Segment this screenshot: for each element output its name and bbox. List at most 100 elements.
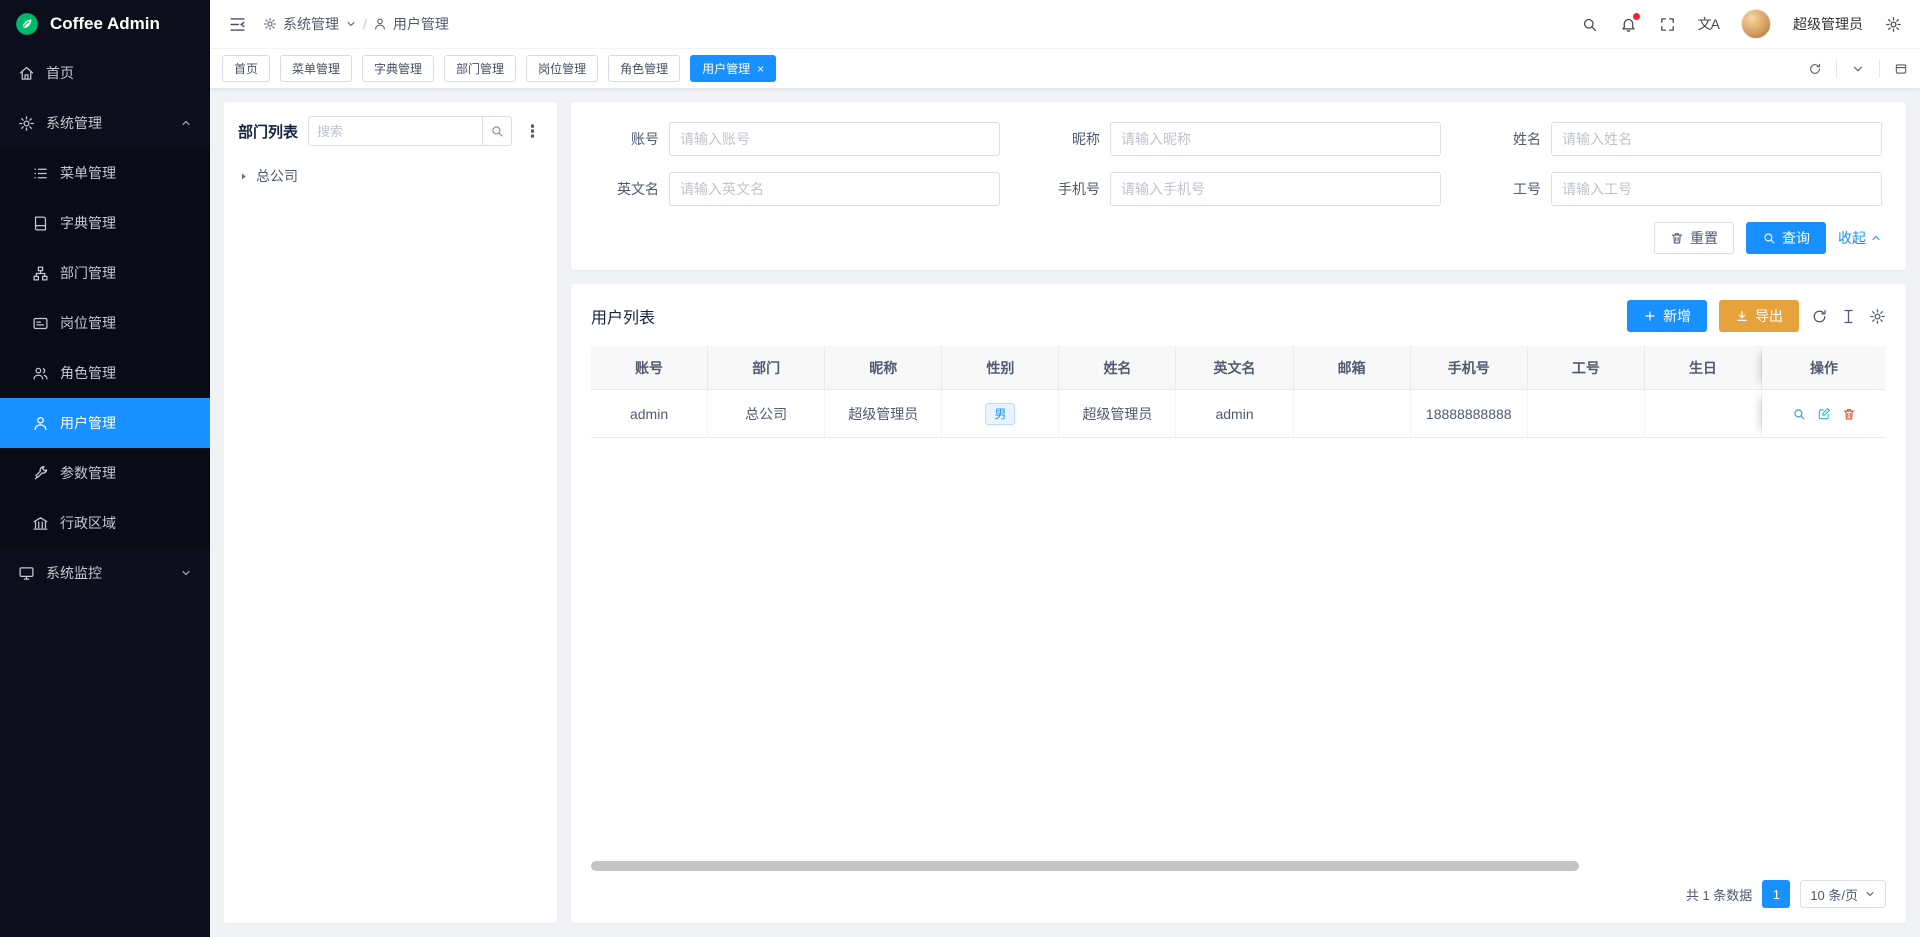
notification-button[interactable] [1620,16,1637,33]
sidebar-item-home[interactable]: 首页 [0,48,210,98]
avatar[interactable] [1741,9,1771,39]
field-label: 账号 [595,129,659,149]
wrench-icon [32,465,49,482]
tab-menu-mgmt[interactable]: 菜单管理 [280,55,352,82]
user-list-header: 用户列表 新增 导出 [591,300,1886,332]
table-row[interactable]: admin 总公司 超级管理员 男 超级管理员 admin 1888888888… [591,390,1886,438]
chevron-down-icon[interactable] [1851,62,1865,76]
tab-dept-mgmt[interactable]: 部门管理 [444,55,516,82]
sidebar-item-label: 字典管理 [60,213,116,233]
fullscreen-icon[interactable] [1659,16,1676,33]
sidebar-item-label: 岗位管理 [60,313,116,333]
caret-right-icon[interactable] [238,171,249,182]
refresh-icon[interactable] [1811,308,1828,325]
export-button[interactable]: 导出 [1719,300,1799,332]
tabbar-controls [1808,60,1908,78]
layout-window-icon[interactable] [1894,62,1908,76]
column-header-nickname: 昵称 [825,346,942,389]
plus-icon [1643,309,1657,323]
view-detail-icon[interactable] [1792,407,1806,421]
sidebar-item-dept-mgmt[interactable]: 部门管理 [0,248,210,298]
sidebar-group-monitor[interactable]: 系统监控 [0,548,210,598]
user-table: 账号 部门 昵称 性别 姓名 英文名 邮箱 手机号 工号 生日 操作 [591,346,1886,438]
form-field-phone: 手机号 [1036,172,1441,206]
sidebar-item-label: 菜单管理 [60,163,116,183]
more-options-icon[interactable]: ⋮ [522,121,543,142]
tab-user-mgmt[interactable]: 用户管理 × [690,55,776,82]
sidebar-item-param-mgmt[interactable]: 参数管理 [0,448,210,498]
horizontal-scrollbar[interactable] [591,861,1579,871]
org-tree-icon [32,265,49,282]
cell-account: admin [591,390,708,437]
divider [1879,60,1880,78]
english-name-input[interactable] [669,172,1000,206]
name-input[interactable] [1551,122,1882,156]
field-label: 昵称 [1036,129,1100,149]
nickname-input[interactable] [1110,122,1441,156]
row-operations [1792,407,1856,421]
column-header-name: 姓名 [1059,346,1176,389]
tab-label: 角色管理 [620,60,668,77]
column-height-icon[interactable] [1840,308,1857,325]
tab-label: 首页 [234,60,258,77]
field-label: 英文名 [595,179,659,199]
search-icon[interactable] [1581,16,1598,33]
tab-label: 用户管理 [702,60,750,77]
sidebar-item-label: 部门管理 [60,263,116,283]
pagination-page-1[interactable]: 1 [1762,880,1790,908]
sidebar-item-menu-mgmt[interactable]: 菜单管理 [0,148,210,198]
sidebar-item-post-mgmt[interactable]: 岗位管理 [0,298,210,348]
sidebar-item-dict-mgmt[interactable]: 字典管理 [0,198,210,248]
chevron-down-icon [1864,888,1876,900]
cell-phone: 18888888888 [1411,390,1528,437]
trash-icon [1670,231,1684,245]
translate-icon[interactable]: 文A [1698,14,1719,34]
column-header-birthday: 生日 [1645,346,1762,389]
delete-icon[interactable] [1842,407,1856,421]
field-label: 姓名 [1477,129,1541,149]
sidebar-item-role-mgmt[interactable]: 角色管理 [0,348,210,398]
query-button[interactable]: 查询 [1746,222,1826,254]
person-icon [373,17,387,31]
dept-search-group [308,116,512,146]
settings-gear-icon[interactable] [1885,16,1902,33]
phone-input[interactable] [1110,172,1441,206]
user-mgmt-panel: 账号 昵称 姓名 英文名 [571,102,1906,923]
page-size-select[interactable]: 10 条/页 [1800,880,1886,908]
current-user-name[interactable]: 超级管理员 [1793,14,1863,34]
coffee-logo-icon [14,11,40,37]
tab-post-mgmt[interactable]: 岗位管理 [526,55,598,82]
dept-search-input[interactable] [308,116,482,146]
collapse-button[interactable]: 收起 [1838,228,1882,248]
tab-role-mgmt[interactable]: 角色管理 [608,55,680,82]
sidebar-group-system[interactable]: 系统管理 [0,98,210,148]
sidebar-item-label: 首页 [46,63,74,83]
cell-name: 超级管理员 [1059,390,1176,437]
refresh-icon[interactable] [1808,62,1822,76]
tab-dict-mgmt[interactable]: 字典管理 [362,55,434,82]
job-no-input[interactable] [1551,172,1882,206]
column-settings-gear-icon[interactable] [1869,308,1886,325]
reset-button[interactable]: 重置 [1654,222,1734,254]
cell-dept: 总公司 [708,390,825,437]
tab-close-icon[interactable]: × [757,63,764,75]
user-list-card: 用户列表 新增 导出 [571,284,1906,923]
account-input[interactable] [669,122,1000,156]
dept-search-button[interactable] [482,116,512,146]
sidebar-item-admin-region[interactable]: 行政区域 [0,498,210,548]
tree-node-root[interactable]: 总公司 [238,162,543,190]
breadcrumb-root[interactable]: 系统管理 [283,14,339,34]
search-form: 账号 昵称 姓名 英文名 [595,122,1882,206]
app-title: Coffee Admin [50,14,160,34]
edit-icon[interactable] [1817,407,1831,421]
form-field-english-name: 英文名 [595,172,1000,206]
search-icon [1762,231,1776,245]
cell-job-no [1528,390,1645,437]
app-logo[interactable]: Coffee Admin [0,0,210,48]
cell-nickname: 超级管理员 [825,390,942,437]
sidebar-collapse-icon[interactable] [228,15,247,34]
sidebar-item-user-mgmt[interactable]: 用户管理 [0,398,210,448]
add-user-button[interactable]: 新增 [1627,300,1707,332]
tab-home[interactable]: 首页 [222,55,270,82]
sidebar-group-label: 系统管理 [46,113,102,133]
